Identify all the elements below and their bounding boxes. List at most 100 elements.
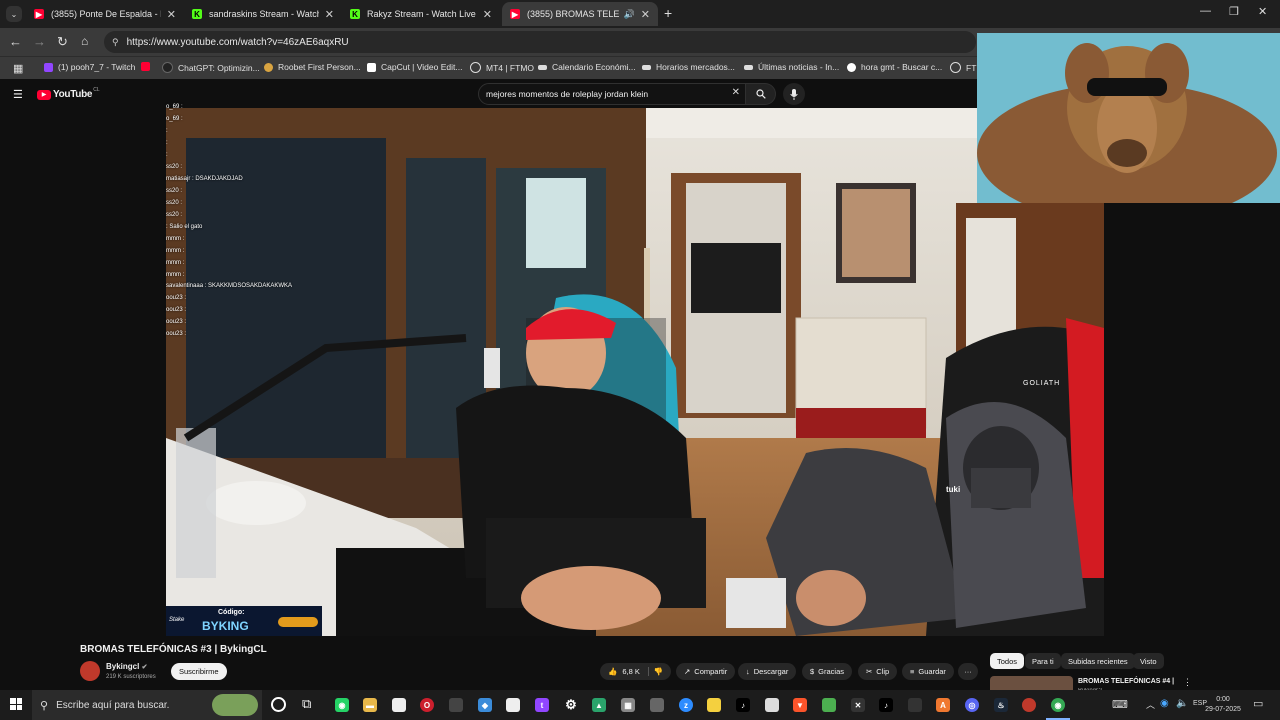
tab-4-active[interactable]: ▶ (3855) BROMAS TELEFÓNIC 🔊 ✕ (502, 2, 658, 26)
like-dislike-group: 👍 6,8 K 👎 (600, 663, 671, 680)
bookmark-capcut[interactable]: CapCut | Video Edit... (367, 62, 462, 72)
clip-button[interactable]: ✂ Clip (858, 663, 898, 680)
tab-3[interactable]: K Rakyz Stream - Watch Live on K ✕ (342, 2, 500, 26)
vpn-icon[interactable]: ▲ (592, 698, 606, 712)
bookmark-youtube[interactable] (141, 62, 155, 71)
opera-icon[interactable]: O (420, 698, 434, 712)
home-icon[interactable]: ⌂ (81, 34, 88, 48)
whatsapp-icon[interactable]: ◉ (335, 698, 349, 712)
restore-icon[interactable]: ❐ (1229, 5, 1239, 18)
bookmark-calendario[interactable]: Calendario Económi... (538, 62, 636, 72)
close-tab-icon[interactable]: ✕ (641, 8, 650, 21)
bookmark-mt4[interactable]: MT4 | FTMO (470, 62, 534, 73)
voice-search-button[interactable] (783, 83, 805, 105)
app-icon[interactable] (449, 698, 463, 712)
bookmark-label: Calendario Económi... (552, 62, 636, 72)
download-button[interactable]: ↓ Descargar (738, 663, 797, 680)
tiktok-icon[interactable]: ♪ (736, 698, 750, 712)
dislike-icon[interactable]: 👎 (647, 667, 663, 676)
bookmark-twitch[interactable]: (1) pooh7_7 - Twitch (44, 62, 135, 72)
sticky-notes-icon[interactable] (707, 698, 721, 712)
clock[interactable]: 0:00 29-07-2025 (1203, 695, 1243, 715)
reload-icon[interactable]: ↻ (57, 34, 68, 50)
bookmark-noticias[interactable]: Últimas noticias - In... (744, 62, 839, 72)
back-icon[interactable]: ← (9, 34, 22, 49)
new-tab-icon[interactable]: + (664, 5, 672, 21)
forward-icon[interactable]: → (33, 34, 46, 49)
adobe-icon[interactable]: A (936, 698, 950, 712)
calculator-icon[interactable]: ▦ (621, 698, 635, 712)
site-info-icon[interactable]: ⚲ (112, 37, 119, 48)
file-explorer-icon[interactable]: ▬ (363, 698, 377, 712)
zoom-icon[interactable]: z (679, 698, 693, 712)
windows-start-icon[interactable] (10, 698, 22, 710)
page-scrollbar[interactable] (1272, 108, 1278, 308)
app-icon[interactable] (908, 698, 922, 712)
kick-icon: K (350, 9, 360, 19)
close-tab-icon[interactable]: ✕ (483, 8, 492, 21)
notepad-icon[interactable] (506, 698, 520, 712)
bookmark-hora-gmt[interactable]: hora gmt - Buscar c... (847, 62, 942, 72)
more-actions-button[interactable]: ··· (958, 663, 978, 680)
document-icon[interactable] (392, 698, 406, 712)
copilot-icon[interactable]: ◆ (478, 698, 492, 712)
chip-todos[interactable]: Todos (990, 653, 1025, 669)
tab-2[interactable]: K sandraskins Stream - Watch Liv ✕ (184, 2, 342, 26)
bookmark-roobet[interactable]: Roobet First Person... (264, 62, 361, 72)
address-bar[interactable]: ⚲ https://www.youtube.com/watch?v=46zAE6… (104, 31, 976, 53)
channel-name: Bykingcl (106, 662, 140, 671)
clear-search-icon[interactable]: ✕ (732, 87, 740, 98)
volume-icon[interactable]: 🔈 (1176, 698, 1188, 709)
tray-app-icon[interactable]: ◉ (1160, 698, 1169, 709)
speaker-icon[interactable]: 🔊 (624, 9, 635, 20)
share-button[interactable]: ↗ Compartir (676, 663, 736, 680)
minimize-icon[interactable]: — (1200, 5, 1211, 17)
search-input[interactable]: mejores momentos de roleplay jordan klei… (478, 83, 746, 105)
save-button[interactable]: ≡ Guardar (902, 663, 954, 680)
channel-name-row[interactable]: Bykingcl ✔ (106, 662, 147, 671)
search-button[interactable] (746, 83, 776, 105)
recommended-menu-icon[interactable]: ⋮ (1183, 677, 1192, 688)
chip-para-ti[interactable]: Para ti (1025, 653, 1061, 669)
steam-icon[interactable]: ♨ (994, 698, 1008, 712)
capcut-icon[interactable]: ✕ (851, 698, 865, 712)
tray-chevron-icon[interactable]: ︿ (1146, 698, 1155, 711)
app-icon[interactable] (1022, 698, 1036, 712)
twitch-icon[interactable]: t (535, 698, 549, 712)
bookmark-chatgpt[interactable]: ChatGPT: Optimizin... (162, 62, 260, 73)
task-view-icon[interactable]: ⧉ (302, 696, 311, 712)
tab-1[interactable]: ▶ (3855) Ponte De Espalda - Paili ✕ (26, 2, 184, 26)
channel-avatar[interactable] (80, 661, 100, 681)
close-tab-icon[interactable]: ✕ (325, 8, 334, 21)
recommended-thumbnail[interactable] (990, 676, 1073, 690)
menu-icon[interactable]: ☰ (13, 88, 23, 101)
close-window-icon[interactable]: ✕ (1258, 5, 1267, 18)
app-icon[interactable] (650, 698, 664, 712)
recommended-title[interactable]: BROMAS TELEFÓNICAS #4 | (1078, 678, 1174, 685)
tiktok-icon[interactable]: ♪ (879, 698, 893, 712)
apps-grid-icon[interactable]: ▦ (13, 62, 23, 75)
taskbar-search-box[interactable]: ⚲ Escribe aquí para buscar. (32, 690, 262, 720)
keyboard-icon[interactable]: ⌨ (1112, 698, 1128, 711)
video-player[interactable]: Stake Código: BYKING GOLIATH tuki K (166, 108, 1104, 636)
tab-search-icon[interactable]: ⌄ (6, 6, 22, 22)
chip-visto[interactable]: Visto (1133, 653, 1164, 669)
settings-gear-icon[interactable]: ⚙ (564, 697, 578, 712)
app-icon[interactable] (765, 698, 779, 712)
like-icon[interactable]: 👍 (608, 667, 617, 676)
cortana-icon[interactable] (271, 697, 286, 712)
thanks-button[interactable]: $ Gracias (802, 663, 853, 680)
brave-icon[interactable]: ▼ (793, 698, 807, 712)
youtube-logo[interactable]: ▶ YouTube CL (37, 87, 100, 100)
chip-subidas-recientes[interactable]: Subidas recientes (1061, 653, 1135, 669)
minecraft-icon[interactable] (822, 698, 836, 712)
kick-icon: K (192, 9, 202, 19)
notifications-icon[interactable]: ▭ (1253, 697, 1263, 710)
like-count[interactable]: 6,8 K (622, 667, 640, 676)
chat-line: oou23 : (166, 307, 187, 313)
subscribe-button[interactable]: Suscribirme (171, 663, 227, 680)
discord-icon[interactable]: ◎ (965, 698, 979, 712)
close-tab-icon[interactable]: ✕ (167, 8, 176, 21)
chrome-icon[interactable]: ◉ (1051, 698, 1065, 712)
bookmark-horarios[interactable]: Horarios mercados... (642, 62, 735, 72)
